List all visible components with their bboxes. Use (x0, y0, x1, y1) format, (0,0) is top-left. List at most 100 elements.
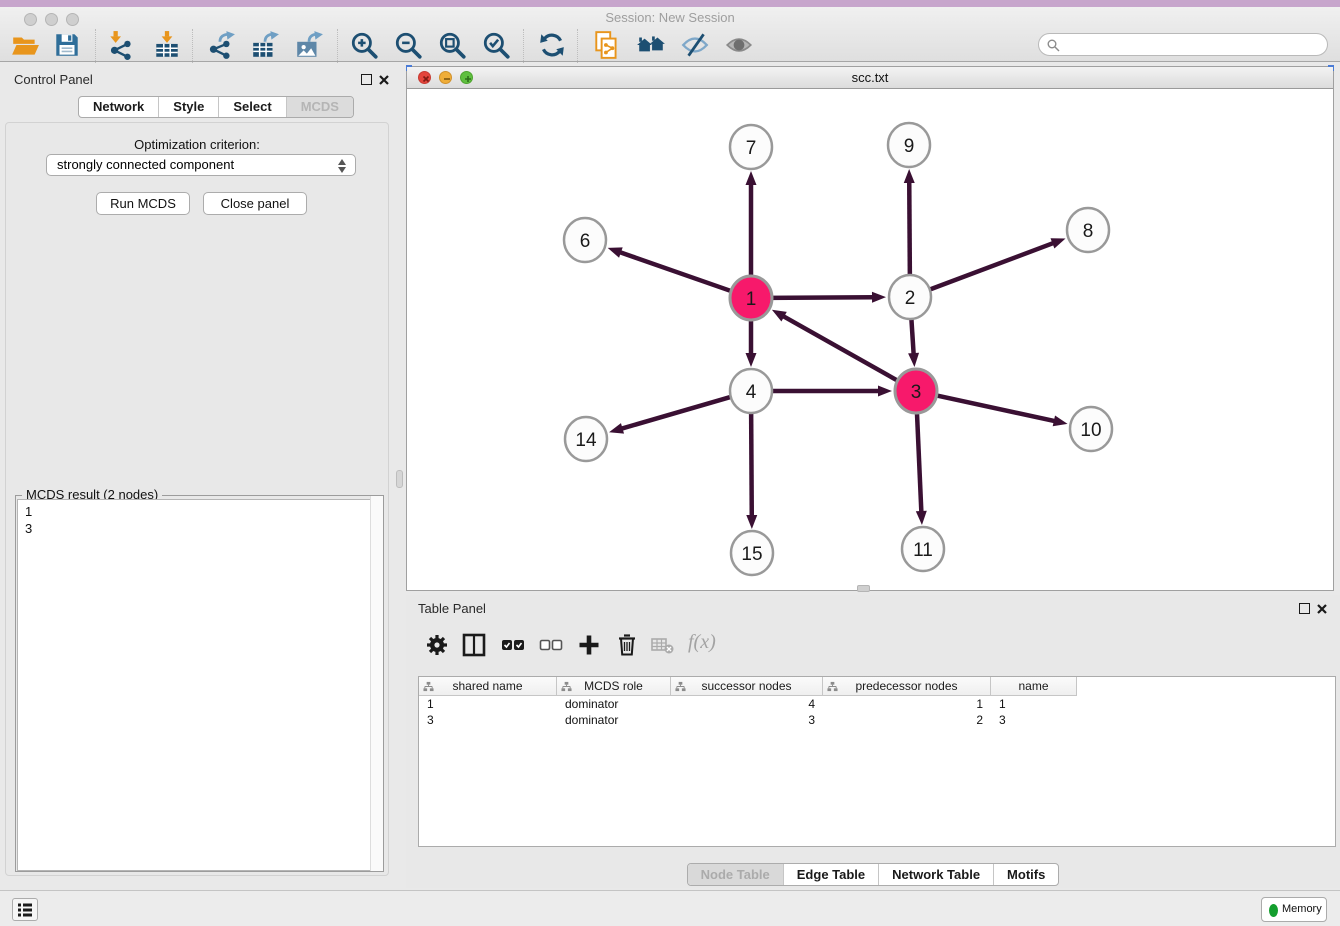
table-settings-icon[interactable] (424, 632, 450, 658)
reset-view-icon[interactable] (636, 30, 666, 60)
save-session-icon[interactable] (52, 30, 82, 60)
memory-status-icon (1269, 904, 1278, 917)
search-input[interactable] (1065, 35, 1320, 54)
svg-text:8: 8 (1083, 221, 1094, 242)
function-builder-icon[interactable]: f(x) (688, 631, 716, 654)
network-maximize-button[interactable] (460, 71, 473, 84)
table-body: 1dominator4113dominator323 (419, 696, 1335, 728)
table-header-row: shared nameMCDS rolesuccessor nodesprede… (419, 677, 1077, 696)
zoom-in-icon[interactable] (349, 30, 379, 60)
list-icon (13, 899, 37, 920)
control-panel-tabs: Network Style Select MCDS (78, 96, 354, 118)
column-header-MCDS-role[interactable]: MCDS role (557, 677, 671, 695)
graph-node-1[interactable]: 1 (730, 276, 772, 320)
tab-network-table[interactable]: Network Table (878, 864, 993, 885)
svg-text:1: 1 (746, 289, 757, 310)
import-table-icon[interactable] (152, 30, 182, 60)
delete-table-icon[interactable] (650, 632, 676, 658)
criterion-value: strongly connected component (57, 157, 234, 172)
control-panel-float-button[interactable] (361, 74, 372, 85)
graph-node-6[interactable]: 6 (564, 218, 606, 262)
tab-mcds[interactable]: MCDS (286, 97, 353, 117)
network-window-title: scc.txt (852, 70, 889, 85)
hide-selected-icon[interactable] (680, 30, 710, 60)
table-cell: 4 (671, 696, 823, 712)
create-column-icon[interactable] (576, 632, 602, 658)
table-row[interactable]: 1dominator411 (419, 696, 1335, 712)
graph-node-14[interactable]: 14 (565, 417, 607, 461)
show-all-icon[interactable] (724, 30, 754, 60)
tab-select[interactable]: Select (218, 97, 285, 117)
column-header-predecessor-nodes[interactable]: predecessor nodes (823, 677, 991, 695)
apply-layout-icon[interactable] (537, 30, 567, 60)
dropdown-stepper-icon (338, 158, 347, 174)
zoom-fit-icon[interactable] (437, 30, 467, 60)
table-panel-float-button[interactable] (1299, 603, 1310, 614)
export-image-icon[interactable] (294, 30, 324, 60)
tab-motifs[interactable]: Motifs (993, 864, 1058, 885)
open-file-icon[interactable] (10, 30, 40, 60)
network-close-button[interactable] (418, 71, 431, 84)
graph-node-3[interactable]: 3 (895, 369, 937, 413)
network-window-titlebar[interactable]: scc.txt (407, 67, 1333, 89)
network-from-selection-icon[interactable] (592, 30, 622, 60)
svg-text:9: 9 (904, 136, 915, 157)
toolbar-separator (577, 29, 578, 63)
toolbar-separator (95, 29, 96, 63)
graph-node-11[interactable]: 11 (902, 527, 944, 571)
panel-splitter-handle[interactable] (396, 470, 403, 488)
table-cell: 1 (823, 696, 991, 712)
table-cell: dominator (557, 696, 671, 712)
tab-style[interactable]: Style (158, 97, 218, 117)
svg-text:10: 10 (1080, 420, 1101, 441)
node-table: shared nameMCDS rolesuccessor nodesprede… (418, 676, 1336, 847)
graph-node-9[interactable]: 9 (888, 123, 930, 167)
run-mcds-button[interactable]: Run MCDS (96, 192, 190, 215)
optimization-criterion-label: Optimization criterion: (6, 137, 388, 152)
memory-button[interactable]: Memory (1261, 897, 1327, 922)
graph-node-7[interactable]: 7 (730, 125, 772, 169)
mcds-result-text[interactable]: 1 3 (17, 499, 383, 871)
tab-node-table[interactable]: Node Table (688, 864, 783, 885)
select-all-icon[interactable] (500, 632, 526, 658)
result-scrollbar[interactable] (370, 496, 383, 871)
close-window-button[interactable] (24, 13, 37, 26)
criterion-dropdown[interactable]: strongly connected component (46, 154, 356, 176)
svg-text:3: 3 (911, 382, 922, 403)
close-panel-button[interactable]: Close panel (203, 192, 307, 215)
status-menu-button[interactable] (12, 898, 38, 921)
export-table-icon[interactable] (250, 30, 280, 60)
column-header-successor-nodes[interactable]: successor nodes (671, 677, 823, 695)
table-row[interactable]: 3dominator323 (419, 712, 1335, 728)
table-panel: Table Panel f(x) shared nameMCDS rolesuc… (406, 595, 1340, 888)
show-columns-icon[interactable] (461, 632, 487, 658)
control-panel-close-icon[interactable] (378, 74, 390, 86)
network-bottom-splitter-handle[interactable] (857, 585, 870, 592)
table-panel-close-icon[interactable] (1316, 603, 1328, 615)
column-header-name[interactable]: name (991, 677, 1077, 695)
tab-edge-table[interactable]: Edge Table (783, 864, 878, 885)
mcds-panel: Optimization criterion: strongly connect… (5, 122, 389, 876)
table-panel-title: Table Panel (418, 601, 486, 616)
network-graph-canvas[interactable]: 1 2 3 4 6 7 8 9 10 11 14 15 (407, 90, 1333, 590)
network-minimize-button[interactable] (439, 71, 452, 84)
minimize-window-button[interactable] (45, 13, 58, 26)
export-network-icon[interactable] (206, 30, 236, 60)
table-cell: 3 (671, 712, 823, 728)
zoom-selected-icon[interactable] (481, 30, 511, 60)
column-header-shared-name[interactable]: shared name (419, 677, 557, 695)
toolbar-separator (523, 29, 524, 63)
window-top-edge (0, 0, 1340, 7)
graph-node-15[interactable]: 15 (731, 531, 773, 575)
import-network-icon[interactable] (106, 30, 136, 60)
graph-node-4[interactable]: 4 (730, 369, 772, 413)
deselect-all-icon[interactable] (538, 632, 564, 658)
tab-network[interactable]: Network (79, 97, 158, 117)
svg-text:4: 4 (746, 382, 757, 403)
zoom-out-icon[interactable] (393, 30, 423, 60)
delete-column-icon[interactable] (614, 632, 640, 658)
graph-node-2[interactable]: 2 (889, 275, 931, 319)
graph-node-10[interactable]: 10 (1070, 407, 1112, 451)
zoom-window-button[interactable] (66, 13, 79, 26)
graph-node-8[interactable]: 8 (1067, 208, 1109, 252)
